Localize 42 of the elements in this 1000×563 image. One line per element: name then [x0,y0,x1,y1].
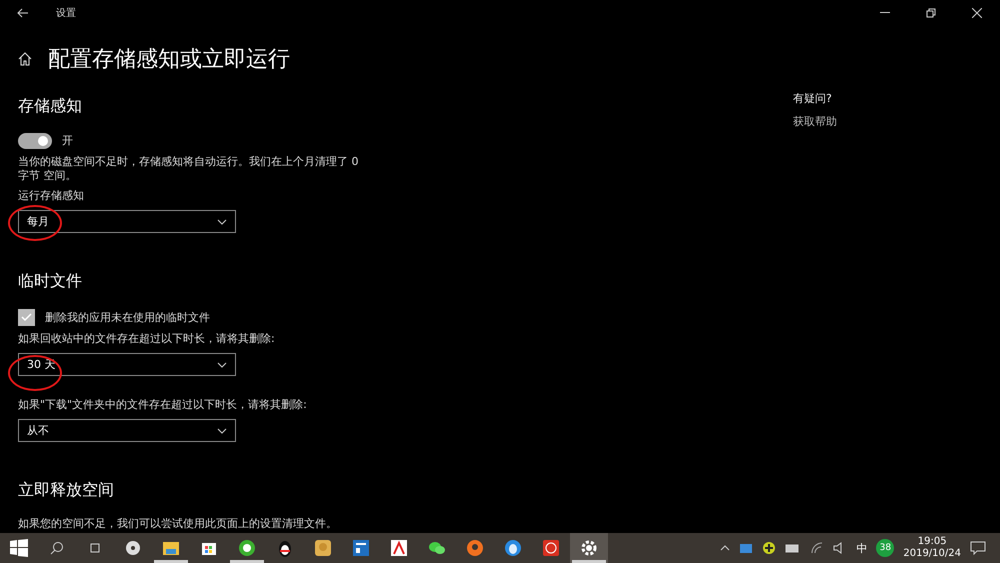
app-icon[interactable] [389,538,409,558]
section-heading: 立即释放空间 [18,480,115,501]
battery-icon[interactable] [785,543,802,553]
input-method[interactable]: 中 [856,540,868,556]
dropdown-label: 如果回收站中的文件存在超过以下时长，请将其删除: [18,332,276,346]
badge-icon[interactable] [313,538,333,558]
section-heading: 临时文件 [18,271,83,292]
dropdown-label: 运行存储感知 [18,189,85,203]
toggle-switch[interactable] [18,133,52,149]
settings-icon[interactable] [579,538,599,558]
window-title: 设置 [56,6,76,20]
notification-icon[interactable] [970,541,986,555]
taskbar-app-button[interactable] [570,533,608,563]
page-title: 配置存储感知或立即运行 [48,46,290,74]
clock[interactable]: 19:05 2019/10/24 [903,536,961,560]
home-icon[interactable] [18,52,32,66]
help-link[interactable]: 获取帮助 [793,114,837,129]
plus-icon[interactable] [762,541,776,555]
dropdown[interactable]: 从不 [18,419,236,442]
dropdown-label: 如果"下载"文件夹中的文件存在超过以下时长，请将其删除: [18,398,308,412]
section-heading: 存储感知 [18,96,83,117]
restore-icon [926,8,936,18]
toggle-label: 开 [62,134,73,148]
chevron-icon [217,218,227,224]
description: 当你的磁盘空间不足时，存储感知将自动运行。我们在上个月清理了 0 字节 空间。 [18,155,360,183]
checkbox-label: 删除我的应用未在使用的临时文件 [45,310,210,324]
chevron-icon [217,362,227,368]
search-icon [50,541,64,555]
minimize-icon [880,12,890,14]
back-arrow-icon [17,8,29,18]
tray-icon[interactable] [739,541,754,555]
description: 如果您的空间不足，我们可以尝试使用此页面上的设置清理文件。 [18,517,338,531]
chevron-icon [217,428,227,434]
wifi-icon[interactable] [810,542,824,554]
close-icon [972,8,982,18]
windows-icon [10,539,28,557]
checkbox[interactable] [18,309,35,326]
caret-icon[interactable] [720,545,730,551]
dropdown[interactable]: 每月 [18,210,236,233]
help-heading: 有疑问? [793,92,833,106]
check-icon [21,313,32,322]
task-view-icon [88,542,102,554]
